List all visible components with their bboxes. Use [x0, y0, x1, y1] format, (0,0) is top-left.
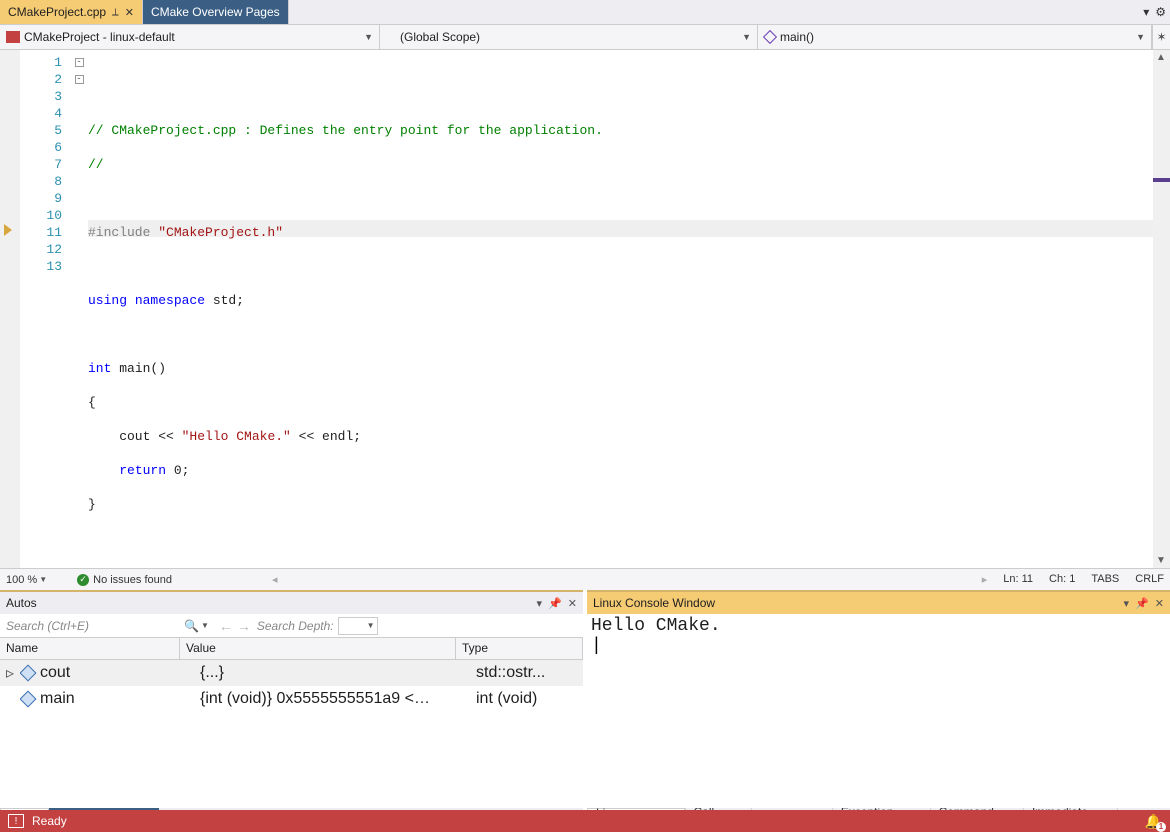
code-area[interactable]: // CMakeProject.cpp : Defines the entry …	[88, 50, 1170, 568]
scroll-up-icon[interactable]: ▲	[1156, 52, 1166, 63]
expand-icon[interactable]: ▹	[0, 663, 20, 683]
col-header-type[interactable]: Type	[456, 638, 583, 659]
project-icon	[6, 31, 20, 43]
chevron-down-icon[interactable]: ▼	[201, 621, 209, 630]
tab-cmake-overview[interactable]: CMake Overview Pages	[143, 0, 289, 24]
error-indicator-icon[interactable]: !	[8, 814, 24, 828]
autos-row[interactable]: ▹ cout {...} std::ostr...	[0, 660, 583, 686]
depth-dropdown[interactable]: ▼	[338, 617, 378, 635]
tab-cmakeproject-cpp[interactable]: CMakeProject.cpp ⟂ ✕	[0, 0, 143, 24]
member-label: main()	[780, 30, 814, 44]
scope-label: (Global Scope)	[400, 30, 480, 44]
variable-icon	[20, 666, 36, 680]
console-output[interactable]: Hello CMake. |	[587, 614, 1170, 658]
search-icon[interactable]: 🔍	[184, 619, 199, 633]
chevron-down-icon: ▼	[39, 575, 47, 584]
variable-icon	[20, 692, 36, 706]
context-label: CMakeProject - linux-default	[24, 30, 175, 44]
app-status-bar: ! Ready 🔔1	[0, 810, 1170, 832]
fold-icon[interactable]: -	[75, 58, 84, 67]
close-icon[interactable]: ✕	[125, 6, 134, 19]
autos-panel: Autos ▾ 📌 ✕ 🔍 ▼ ← → Search Depth: ▼ Name…	[0, 590, 583, 830]
bottom-panels: Autos ▾ 📌 ✕ 🔍 ▼ ← → Search Depth: ▼ Name…	[0, 590, 1170, 830]
cursor: |	[591, 636, 602, 656]
tab-overflow-icon[interactable]: ▾	[1143, 5, 1149, 19]
scope-dropdown[interactable]: (Global Scope) ▼	[380, 25, 758, 49]
current-line-arrow-icon	[4, 224, 12, 236]
document-tab-bar: CMakeProject.cpp ⟂ ✕ CMake Overview Page…	[0, 0, 1170, 24]
split-window-icon[interactable]: ✶	[1152, 25, 1170, 49]
gear-icon[interactable]: ⚙	[1155, 5, 1166, 19]
notifications-icon[interactable]: 🔔1	[1145, 813, 1162, 830]
status-text: Ready	[32, 814, 67, 828]
search-input[interactable]	[4, 619, 184, 633]
console-panel: Linux Console Window ▾ 📌 ✕ Hello CMake. …	[587, 590, 1170, 830]
fold-gutter: - -	[70, 50, 88, 568]
autos-row[interactable]: main {int (void)} 0x5555555551a9 <… int …	[0, 686, 583, 712]
col-header-value[interactable]: Value	[180, 638, 456, 659]
tab-label: CMake Overview Pages	[151, 5, 280, 19]
chevron-down-icon: ▼	[734, 32, 751, 42]
method-icon	[764, 31, 776, 43]
autos-grid-header: Name Value Type	[0, 638, 583, 660]
pin-icon[interactable]: ⟂	[112, 7, 119, 18]
depth-label: Search Depth:	[257, 619, 334, 633]
breakpoint-gutter[interactable]	[0, 50, 20, 568]
col-header-name[interactable]: Name	[0, 638, 180, 659]
chevron-down-icon: ▼	[356, 32, 373, 42]
context-dropdown[interactable]: CMakeProject - linux-default ▼	[0, 25, 380, 49]
zoom-level[interactable]: 100 %▼	[6, 574, 47, 586]
member-dropdown[interactable]: main() ▼	[758, 25, 1152, 49]
nav-forward-icon[interactable]: →	[237, 618, 251, 634]
nav-back-icon[interactable]: ←	[219, 618, 233, 634]
chevron-down-icon: ▼	[1128, 32, 1145, 42]
fold-icon[interactable]: -	[75, 75, 84, 84]
line-number-gutter: 1 2 3 4 5 6 7 8 9 10 11 12 13	[20, 50, 70, 568]
navigation-bar: CMakeProject - linux-default ▼ (Global S…	[0, 24, 1170, 50]
code-editor[interactable]: 1 2 3 4 5 6 7 8 9 10 11 12 13 - - // CMa…	[0, 50, 1170, 568]
tab-label: CMakeProject.cpp	[8, 5, 106, 19]
autos-search-bar: 🔍 ▼ ← → Search Depth: ▼	[0, 614, 583, 638]
